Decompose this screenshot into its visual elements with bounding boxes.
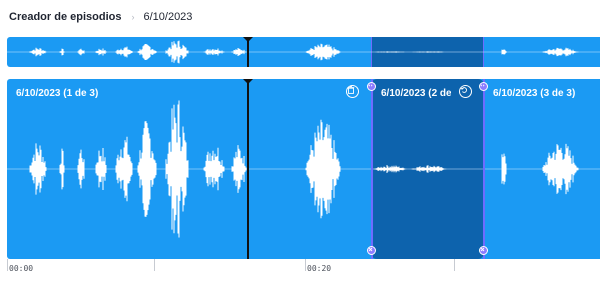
resize-arrows-icon [480, 84, 485, 87]
app-title[interactable]: Creador de episodios [9, 11, 121, 23]
clip-timeline[interactable]: 6/10/2023 (1 de 3) 6/10/2023 (2 de 3) 6/… [7, 79, 600, 259]
header-bar: Creador de episodios › 6/10/2023 [0, 0, 600, 34]
clip-2-start-edge[interactable] [371, 79, 373, 259]
ruler-label: 00:00 [9, 264, 34, 273]
close-icon [480, 247, 485, 252]
overview-waveform-graphic [7, 40, 600, 64]
resize-arrows-icon [368, 84, 373, 87]
ruler-tick [154, 259, 155, 271]
clip-2-end-top-handle[interactable] [479, 82, 488, 91]
restore-clip-button[interactable] [459, 85, 472, 98]
time-ruler[interactable]: 00:00 00:20 [0, 259, 600, 284]
breadcrumb: 6/10/2023 [143, 11, 193, 23]
overview-waveform[interactable] [7, 37, 600, 67]
clip-waveform [7, 100, 600, 238]
clip-2-end-bottom-handle[interactable] [479, 246, 488, 255]
clip-2-end-edge[interactable] [483, 79, 485, 259]
ruler-tick [7, 259, 8, 271]
clip-2-label: 6/10/2023 (2 de 3) [381, 88, 451, 99]
overview-playhead-marker [243, 37, 253, 42]
trash-icon [347, 86, 355, 94]
timeline-playhead[interactable] [247, 79, 249, 259]
clip-3-label: 6/10/2023 (3 de 3) [493, 88, 576, 99]
clip-2-start-bottom-handle[interactable] [367, 246, 376, 255]
ruler-label: 00:20 [307, 264, 332, 273]
restore-icon [460, 87, 468, 93]
ruler-tick [305, 259, 306, 271]
timeline-playhead-marker [243, 79, 253, 84]
clip-1-label: 6/10/2023 (1 de 3) [16, 88, 99, 99]
breadcrumb-separator: › [131, 12, 135, 22]
ruler-tick [454, 259, 455, 271]
delete-clip-button[interactable] [346, 85, 359, 98]
clip-2-start-top-handle[interactable] [367, 82, 376, 91]
close-icon [368, 247, 373, 252]
